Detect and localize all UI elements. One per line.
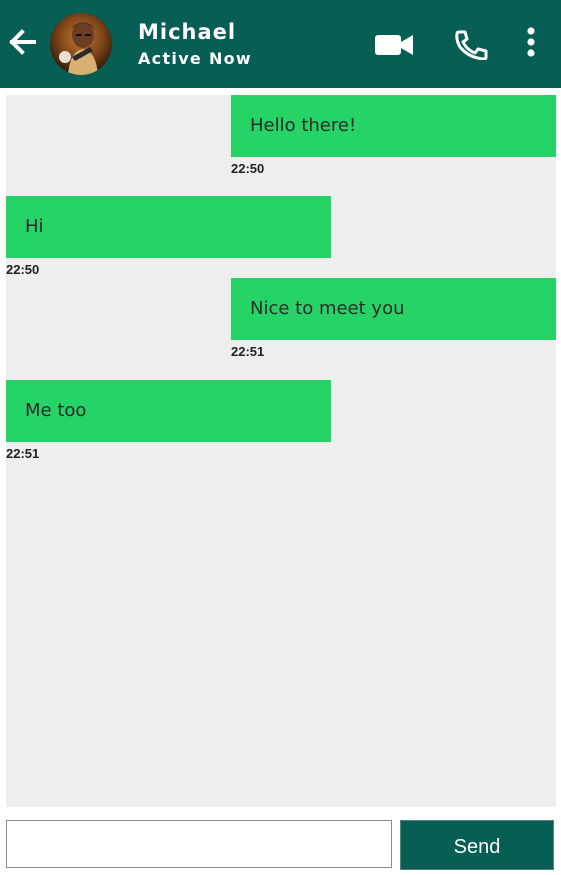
- message-timestamp: 22:50: [231, 161, 265, 176]
- message-input[interactable]: [6, 820, 392, 868]
- chat-header: Michael Active Now: [0, 0, 561, 88]
- message-bubble-received: Me too: [6, 380, 331, 442]
- message-timestamp: 22:51: [231, 344, 265, 359]
- message-list[interactable]: Hello there! 22:50 Hi 22:50 Nice to meet…: [6, 95, 556, 807]
- message-timestamp: 22:50: [6, 262, 40, 277]
- contact-status: Active Now: [138, 49, 253, 68]
- message-timestamp: 22:51: [6, 446, 40, 461]
- message-bubble-received: Hi: [6, 196, 331, 258]
- avatar[interactable]: [50, 13, 112, 75]
- contact-name: Michael: [138, 20, 237, 44]
- chat-app: Michael Active Now Hello there! 22:50 Hi…: [0, 0, 561, 875]
- message-bubble-sent: Nice to meet you: [231, 278, 556, 340]
- phone-icon[interactable]: [455, 30, 489, 60]
- message-bubble-sent: Hello there!: [231, 95, 556, 157]
- send-button[interactable]: Send: [400, 820, 554, 870]
- avatar-photo: [50, 13, 112, 75]
- arrow-left-icon[interactable]: [8, 29, 36, 55]
- video-camera-icon[interactable]: [374, 32, 414, 58]
- more-vertical-icon[interactable]: [524, 27, 538, 59]
